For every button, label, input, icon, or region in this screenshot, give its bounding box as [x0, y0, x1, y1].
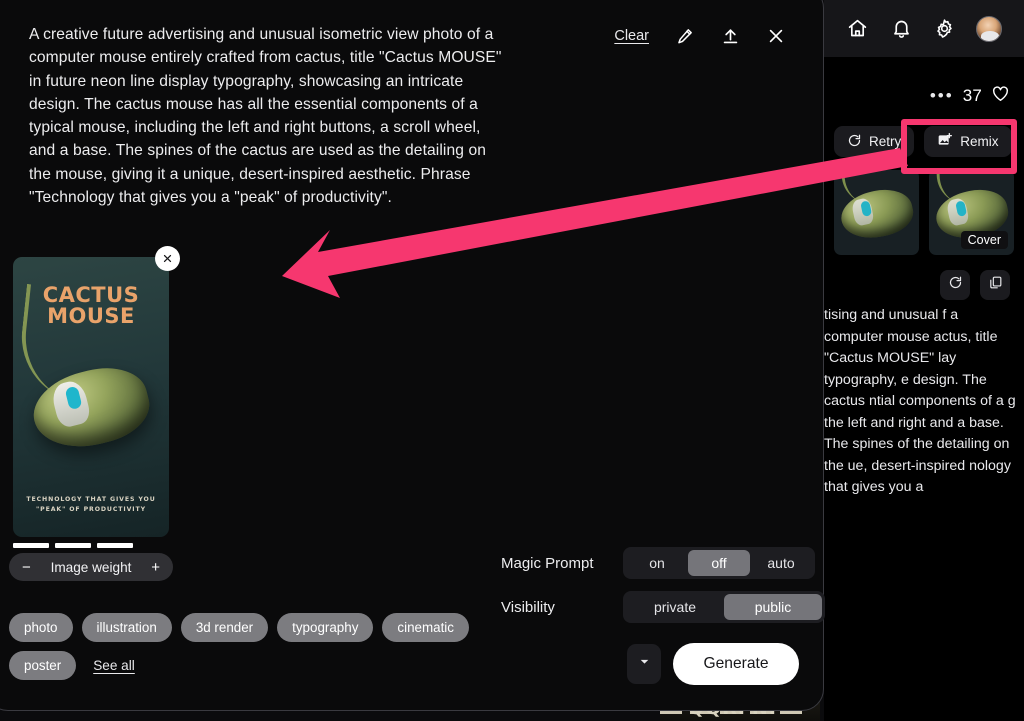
ellipsis-icon[interactable]: ••• — [930, 86, 954, 106]
poster-tagline-line1: TECHNOLOGY THAT GIVES YOU — [26, 496, 156, 503]
gear-icon[interactable] — [933, 17, 957, 41]
generate-row: Generate — [627, 643, 799, 685]
clear-button[interactable]: Clear — [614, 28, 649, 44]
visibility-options: private public — [623, 591, 825, 623]
panel-description: tising and unusual f a computer mouse ac… — [824, 307, 1016, 495]
upload-icon[interactable] — [719, 25, 741, 47]
image-weight-segments — [13, 543, 133, 548]
visibility-option-public[interactable]: public — [724, 594, 822, 620]
close-icon[interactable] — [765, 25, 787, 47]
like-count: 37 — [962, 86, 982, 105]
magic-prompt-option-off[interactable]: off — [688, 550, 750, 576]
tag-chip-photo[interactable]: photo — [9, 613, 73, 642]
image-weight-increase[interactable]: + — [151, 560, 160, 575]
right-detail-panel: ••• 37 Retry Remix Cover tising and unus… — [824, 0, 1024, 721]
image-plus-icon — [937, 132, 953, 151]
generate-options-button[interactable] — [627, 644, 661, 684]
tag-chip-cinematic[interactable]: cinematic — [382, 613, 469, 642]
magic-prompt-control: Magic Prompt on off auto — [501, 547, 815, 579]
refresh-icon — [948, 275, 963, 295]
tag-chip-poster[interactable]: poster — [9, 651, 77, 680]
reference-image-card[interactable]: CACTUS MOUSE TECHNOLOGY THAT GIVES YOU "… — [13, 246, 180, 537]
thumbnail-item[interactable] — [834, 170, 919, 255]
prompt-header-tools: Clear — [614, 25, 787, 47]
refresh-icon — [847, 133, 862, 151]
result-thumbnails: Cover — [834, 170, 1014, 255]
tag-chip-typography[interactable]: typography — [277, 613, 374, 642]
image-weight-label: Image weight — [50, 559, 132, 575]
panel-icon-buttons — [940, 270, 1010, 300]
pencil-icon[interactable] — [673, 25, 695, 47]
image-weight-decrease[interactable]: − — [22, 560, 31, 575]
generate-button[interactable]: Generate — [673, 643, 799, 685]
retry-label: Retry — [869, 134, 902, 149]
image-weight-stepper[interactable]: − Image weight + — [9, 553, 173, 581]
visibility-option-private[interactable]: private — [626, 594, 724, 620]
like-counter: ••• 37 — [930, 84, 1010, 108]
app-root: ••• 37 Retry Remix Cover tising and unus… — [0, 0, 1024, 721]
thumbnail-item[interactable]: Cover — [929, 170, 1014, 255]
poster-tagline-line2: "PEAK" OF PRODUCTIVITY — [36, 506, 146, 513]
copy-icon — [988, 275, 1003, 295]
prompt-textarea[interactable]: A creative future advertising and unusua… — [29, 23, 509, 209]
panel-action-buttons: Retry Remix — [834, 126, 1012, 157]
magic-prompt-options: on off auto — [623, 547, 815, 579]
retry-button[interactable]: Retry — [834, 126, 915, 157]
visibility-label: Visibility — [501, 598, 555, 616]
cover-badge: Cover — [960, 231, 1008, 249]
remove-reference-image-button[interactable] — [155, 246, 180, 271]
regenerate-icon-button[interactable] — [940, 270, 970, 300]
reference-poster: CACTUS MOUSE TECHNOLOGY THAT GIVES YOU "… — [13, 257, 169, 537]
tag-chip-3d-render[interactable]: 3d render — [180, 613, 269, 642]
magic-prompt-label: Magic Prompt — [501, 554, 594, 572]
style-tag-list: photo illustration 3d render typography … — [9, 613, 479, 680]
heart-icon[interactable] — [991, 84, 1010, 108]
prompt-header: A creative future advertising and unusua… — [1, 1, 809, 209]
bell-icon[interactable] — [889, 17, 913, 41]
see-all-link[interactable]: See all — [93, 651, 135, 680]
app-topbar — [824, 0, 1024, 57]
tag-chip-illustration[interactable]: illustration — [81, 613, 172, 642]
poster-tagline: TECHNOLOGY THAT GIVES YOU "PEAK" OF PROD… — [13, 495, 169, 515]
visibility-control: Visibility private public — [501, 591, 825, 623]
remix-label: Remix — [960, 134, 999, 149]
copy-icon-button[interactable] — [980, 270, 1010, 300]
remix-button[interactable]: Remix — [924, 126, 1012, 157]
home-icon[interactable] — [846, 17, 870, 41]
magic-prompt-option-auto[interactable]: auto — [750, 550, 812, 576]
prompt-editor-modal: A creative future advertising and unusua… — [0, 0, 825, 711]
avatar[interactable] — [976, 15, 1003, 42]
magic-prompt-option-on[interactable]: on — [626, 550, 688, 576]
chevron-down-icon — [638, 655, 651, 673]
